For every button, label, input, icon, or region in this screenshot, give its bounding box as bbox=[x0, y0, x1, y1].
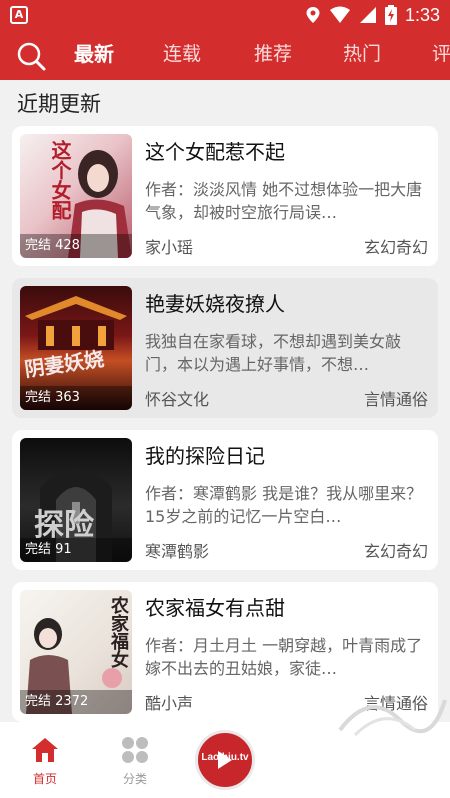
book-genre: 言情通俗 bbox=[363, 390, 428, 409]
book-title[interactable]: 艳妻妖娆夜撩人 bbox=[145, 288, 285, 317]
bottom-nav-category[interactable]: 分类 bbox=[105, 736, 165, 787]
location-icon bbox=[306, 7, 320, 23]
category-grid-icon bbox=[122, 737, 148, 763]
tab-hot[interactable]: 热门 bbox=[343, 40, 381, 68]
book-card[interactable]: 这个女配 完结 428 这个女配惹不起 作者：淡淡风情 她不过想体验一把大唐气象… bbox=[12, 126, 438, 266]
book-cover[interactable]: 探险 完结 91 bbox=[20, 438, 132, 562]
book-title[interactable]: 这个女配惹不起 bbox=[145, 136, 285, 165]
book-title[interactable]: 我的探险日记 bbox=[145, 440, 265, 469]
book-description: 作者：月土月土 一朝穿越，叶青雨成了嫁不出去的丑姑娘，家徒… bbox=[145, 636, 423, 678]
status-badge: 完结 363 bbox=[20, 386, 132, 410]
cover-title-art: 农家福女 bbox=[108, 596, 129, 668]
wifi-icon bbox=[329, 6, 350, 23]
bottom-nav-home-label: 首页 bbox=[32, 772, 57, 786]
status-badge: 完结 91 bbox=[20, 538, 132, 562]
bottom-nav-home[interactable]: 首页 bbox=[15, 736, 75, 787]
app-icon-letter: A bbox=[14, 8, 24, 21]
book-cover[interactable]: 阴妻妖娆 完结 363 bbox=[20, 286, 132, 410]
status-bar: A 1:33 bbox=[0, 0, 450, 30]
status-badge: 完结 2372 bbox=[20, 690, 132, 714]
book-card[interactable]: 阴妻妖娆 完结 363 艳妻妖娆夜撩人 我独自在家看球，不想却遇到美女敲门，本以… bbox=[12, 278, 438, 418]
book-cover[interactable]: 农家福女 完结 2372 bbox=[20, 590, 132, 714]
bottom-nav-category-label: 分类 bbox=[122, 772, 147, 786]
home-icon bbox=[32, 738, 58, 762]
search-icon[interactable] bbox=[15, 40, 47, 72]
book-author: 酷小声 bbox=[145, 694, 194, 713]
watermark-logo bbox=[338, 699, 447, 737]
section-title: 近期更新 bbox=[17, 92, 101, 116]
book-card[interactable]: 探险 完结 91 我的探险日记 作者：寒潭鹤影 我是谁？我从哪里来？15岁之前的… bbox=[12, 430, 438, 570]
book-description: 作者：淡淡风情 她不过想体验一把大唐气象，却被时空旅行局误… bbox=[145, 180, 423, 222]
book-genre: 玄幻奇幻 bbox=[363, 542, 428, 561]
book-description: 我独自在家看球，不想却遇到美女敲门，本以为遇上好事情，不想… bbox=[145, 332, 402, 374]
book-author: 寒潭鹤影 bbox=[145, 542, 210, 561]
book-author: 家小瑶 bbox=[145, 238, 194, 257]
book-description: 作者：寒潭鹤影 我是谁？我从哪里来？15岁之前的记忆一片空白… bbox=[145, 484, 423, 526]
fab-logo-text: Laolbiu.tv bbox=[201, 752, 249, 763]
book-title[interactable]: 农家福女有点甜 bbox=[145, 592, 285, 621]
tab-latest[interactable]: 最新 bbox=[74, 40, 114, 68]
tab-serial[interactable]: 连载 bbox=[163, 40, 201, 68]
clock: 1:33 bbox=[404, 4, 440, 25]
cover-title-art: 这个女配 bbox=[48, 140, 72, 220]
signal-icon bbox=[359, 7, 376, 23]
app-notification-icon: A bbox=[10, 6, 28, 24]
battery-charging-icon bbox=[384, 5, 397, 25]
tab-reviews[interactable]: 评 bbox=[432, 40, 450, 68]
tab-recommend[interactable]: 推荐 bbox=[254, 40, 292, 68]
top-nav: 最新 连载 推荐 热门 评 bbox=[0, 30, 450, 80]
book-author: 怀谷文化 bbox=[145, 390, 210, 409]
status-badge: 完结 428 bbox=[20, 234, 132, 258]
play-fab-button[interactable]: Laolbiu.tv bbox=[195, 730, 255, 790]
book-genre: 玄幻奇幻 bbox=[363, 238, 428, 257]
status-icons: 1:33 bbox=[305, 4, 440, 26]
book-cover[interactable]: 这个女配 完结 428 bbox=[20, 134, 132, 258]
